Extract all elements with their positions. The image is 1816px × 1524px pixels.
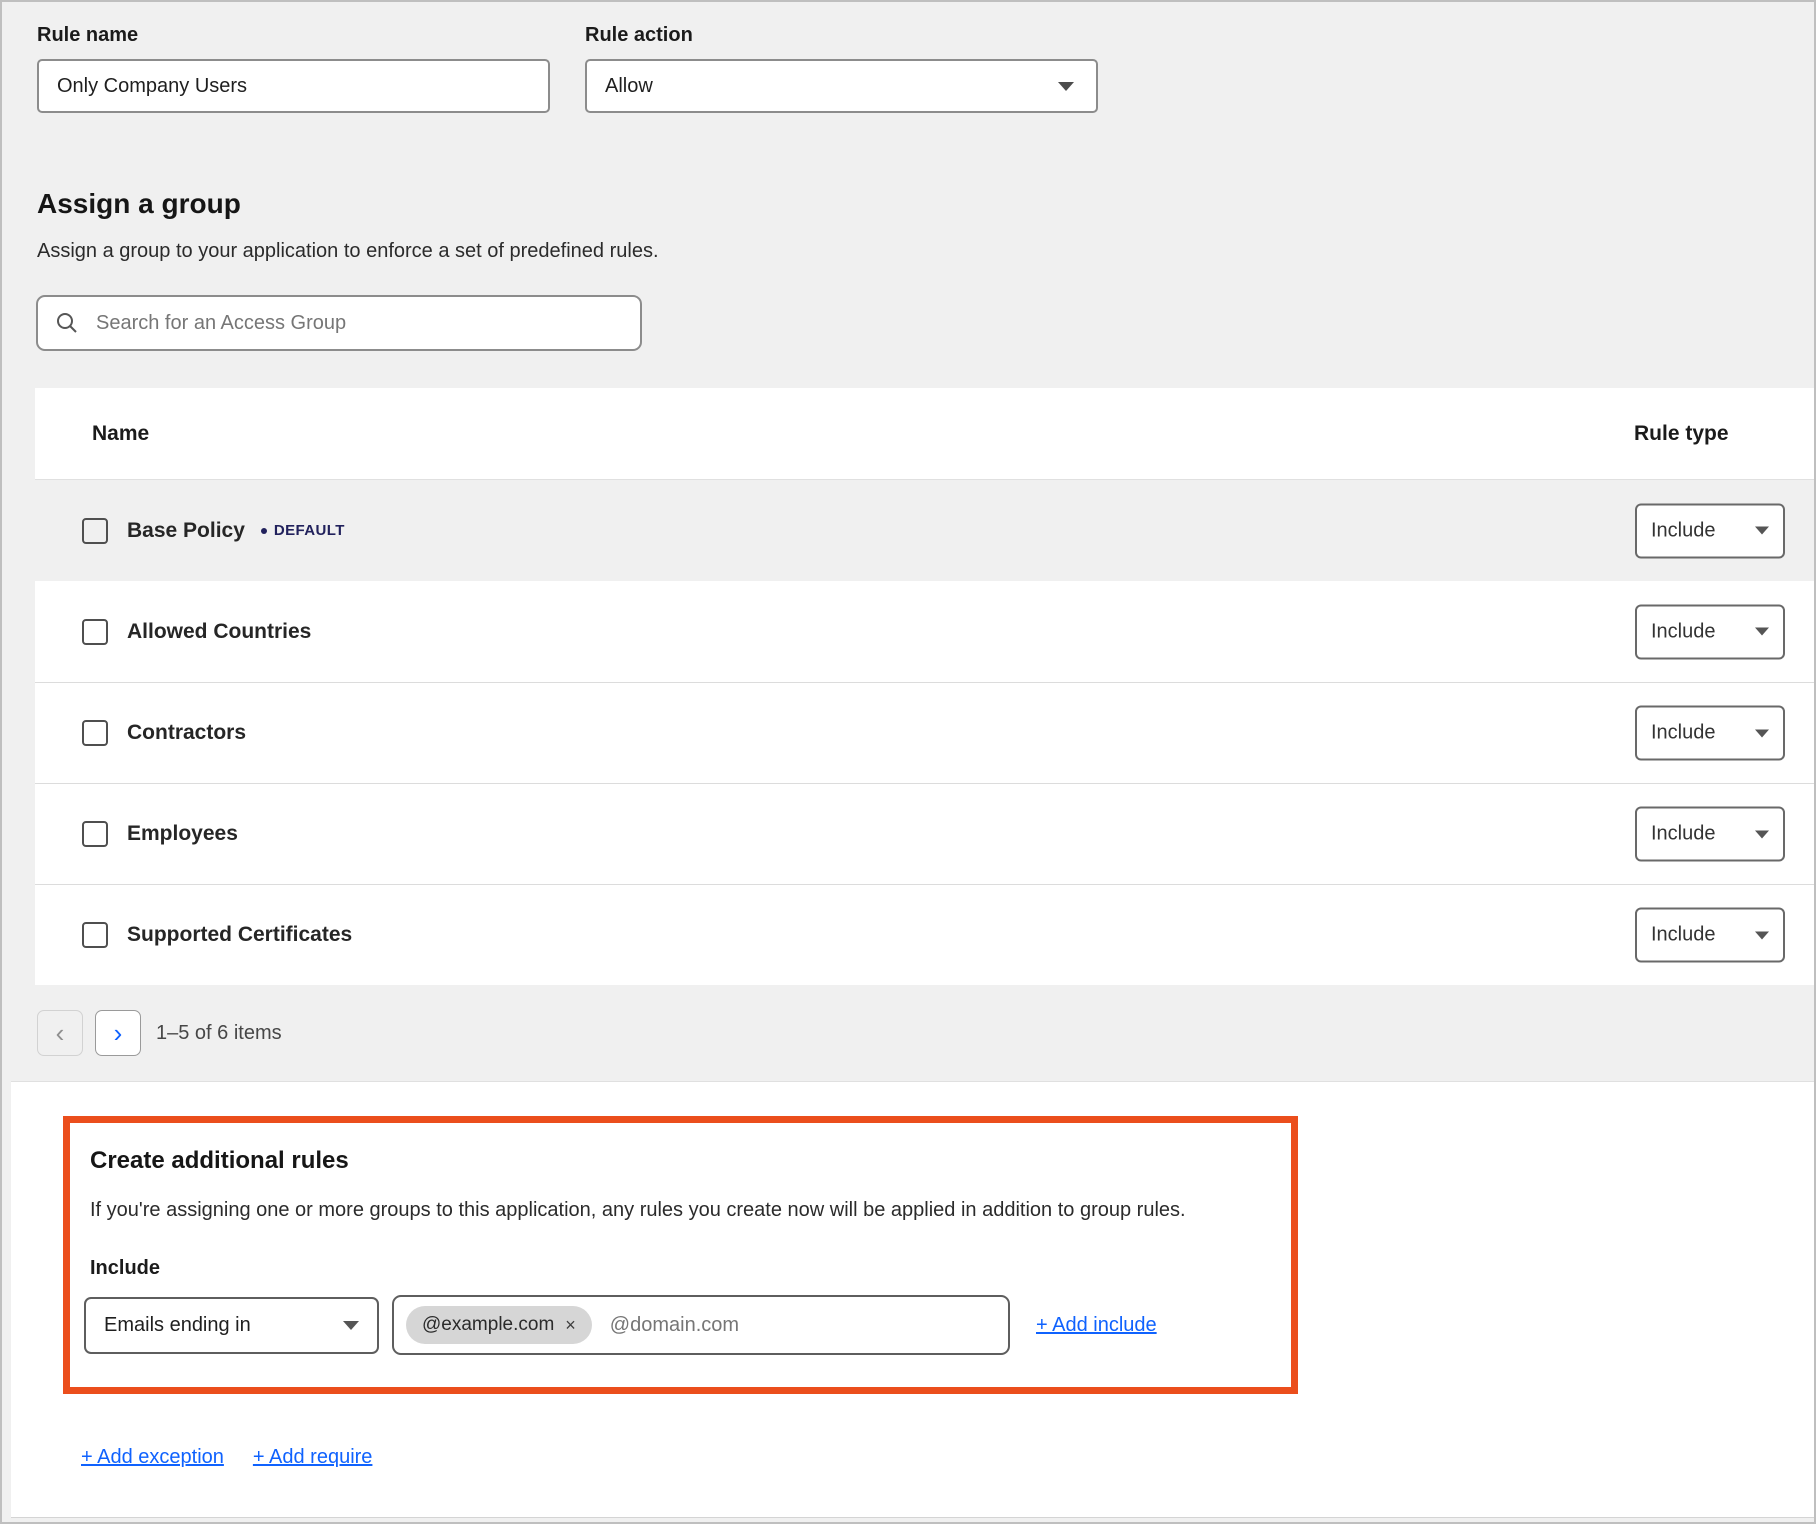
previous-page-button[interactable]: ‹: [37, 1010, 83, 1056]
table-row: Contractors Include: [35, 682, 1814, 783]
table-row: Base Policy DEFAULT Include: [35, 480, 1814, 581]
chevron-down-icon: [1755, 628, 1769, 636]
email-domain-tag: @example.com ×: [406, 1306, 592, 1344]
table-row: Employees Include: [35, 783, 1814, 884]
close-icon[interactable]: ×: [565, 1316, 576, 1334]
rule-type-value: Include: [1651, 519, 1716, 542]
next-page-button[interactable]: ›: [95, 1010, 141, 1056]
rule-type-select[interactable]: Include: [1635, 503, 1785, 558]
row-checkbox[interactable]: [82, 922, 108, 948]
email-domain-field[interactable]: [610, 1305, 996, 1345]
row-checkbox[interactable]: [82, 619, 108, 645]
tag-label: @example.com: [422, 1314, 554, 1336]
default-dot-icon: [261, 528, 267, 534]
rule-form: Rule name Rule action Allow: [2, 2, 1814, 113]
include-rule-controls: Emails ending in @example.com × + Add in…: [84, 1295, 1261, 1355]
search-icon: [54, 310, 80, 336]
add-include-link[interactable]: + Add include: [1036, 1314, 1157, 1337]
chevron-right-icon: ›: [114, 1020, 123, 1046]
column-header-rule-type: Rule type: [1634, 422, 1729, 446]
group-name: Allowed Countries: [127, 620, 311, 644]
rule-type-value: Include: [1651, 924, 1716, 947]
group-name: Base Policy: [127, 519, 245, 543]
rule-type-select[interactable]: Include: [1635, 807, 1785, 862]
condition-type-value: Emails ending in: [104, 1314, 251, 1337]
rule-action-label: Rule action: [585, 24, 1098, 46]
additional-rules-card: Create additional rules If you're assign…: [11, 1081, 1814, 1518]
rule-type-select[interactable]: Include: [1635, 908, 1785, 963]
group-name: Supported Certificates: [127, 923, 352, 947]
rule-type-value: Include: [1651, 620, 1716, 643]
rule-type-value: Include: [1651, 823, 1716, 846]
row-checkbox[interactable]: [82, 821, 108, 847]
rule-name-field-group: Rule name: [37, 24, 550, 113]
rule-action-select[interactable]: Allow: [585, 59, 1098, 113]
default-badge: DEFAULT: [261, 522, 345, 539]
footer-links: + Add exception + Add require: [81, 1446, 1814, 1495]
rule-action-value: Allow: [605, 75, 653, 98]
rule-type-value: Include: [1651, 722, 1716, 745]
group-name: Employees: [127, 822, 238, 846]
chevron-down-icon: [1755, 830, 1769, 838]
rule-name-input[interactable]: [37, 59, 550, 113]
additional-rules-heading: Create additional rules: [90, 1147, 1261, 1175]
assign-group-description: Assign a group to your application to en…: [37, 239, 1814, 263]
column-header-name: Name: [92, 422, 149, 446]
condition-type-select[interactable]: Emails ending in: [84, 1297, 379, 1354]
rule-action-field-group: Rule action Allow: [585, 24, 1098, 113]
row-checkbox[interactable]: [82, 518, 108, 544]
additional-rules-description: If you're assigning one or more groups t…: [90, 1197, 1261, 1223]
chevron-left-icon: ‹: [56, 1020, 65, 1046]
pagination: ‹ › 1–5 of 6 items: [37, 1010, 1814, 1056]
add-exception-link[interactable]: + Add exception: [81, 1446, 224, 1469]
include-label: Include: [90, 1257, 1261, 1279]
chevron-down-icon: [1755, 729, 1769, 737]
table-header: Name Rule type: [35, 388, 1814, 480]
rule-type-select[interactable]: Include: [1635, 604, 1785, 659]
table-row: Allowed Countries Include: [35, 581, 1814, 682]
additional-rules-highlight-box: Create additional rules If you're assign…: [63, 1116, 1298, 1394]
rule-type-select[interactable]: Include: [1635, 706, 1785, 761]
chevron-down-icon: [1058, 82, 1074, 91]
email-domains-input[interactable]: @example.com ×: [392, 1295, 1010, 1355]
add-require-link[interactable]: + Add require: [253, 1446, 373, 1469]
default-badge-label: DEFAULT: [274, 522, 345, 539]
rule-name-label: Rule name: [37, 24, 550, 46]
chevron-down-icon: [1755, 931, 1769, 939]
group-name: Contractors: [127, 721, 246, 745]
table-row: Supported Certificates Include: [35, 884, 1814, 985]
row-checkbox[interactable]: [82, 720, 108, 746]
assign-group-heading: Assign a group: [37, 187, 1814, 221]
pagination-summary: 1–5 of 6 items: [156, 1022, 282, 1045]
search-input[interactable]: [96, 303, 624, 343]
access-rule-page: Rule name Rule action Allow Assign a gro…: [0, 0, 1816, 1524]
access-group-search[interactable]: [36, 295, 642, 351]
access-groups-table: Name Rule type Base Policy DEFAULT Inclu…: [35, 388, 1814, 985]
chevron-down-icon: [343, 1321, 359, 1330]
chevron-down-icon: [1755, 527, 1769, 535]
